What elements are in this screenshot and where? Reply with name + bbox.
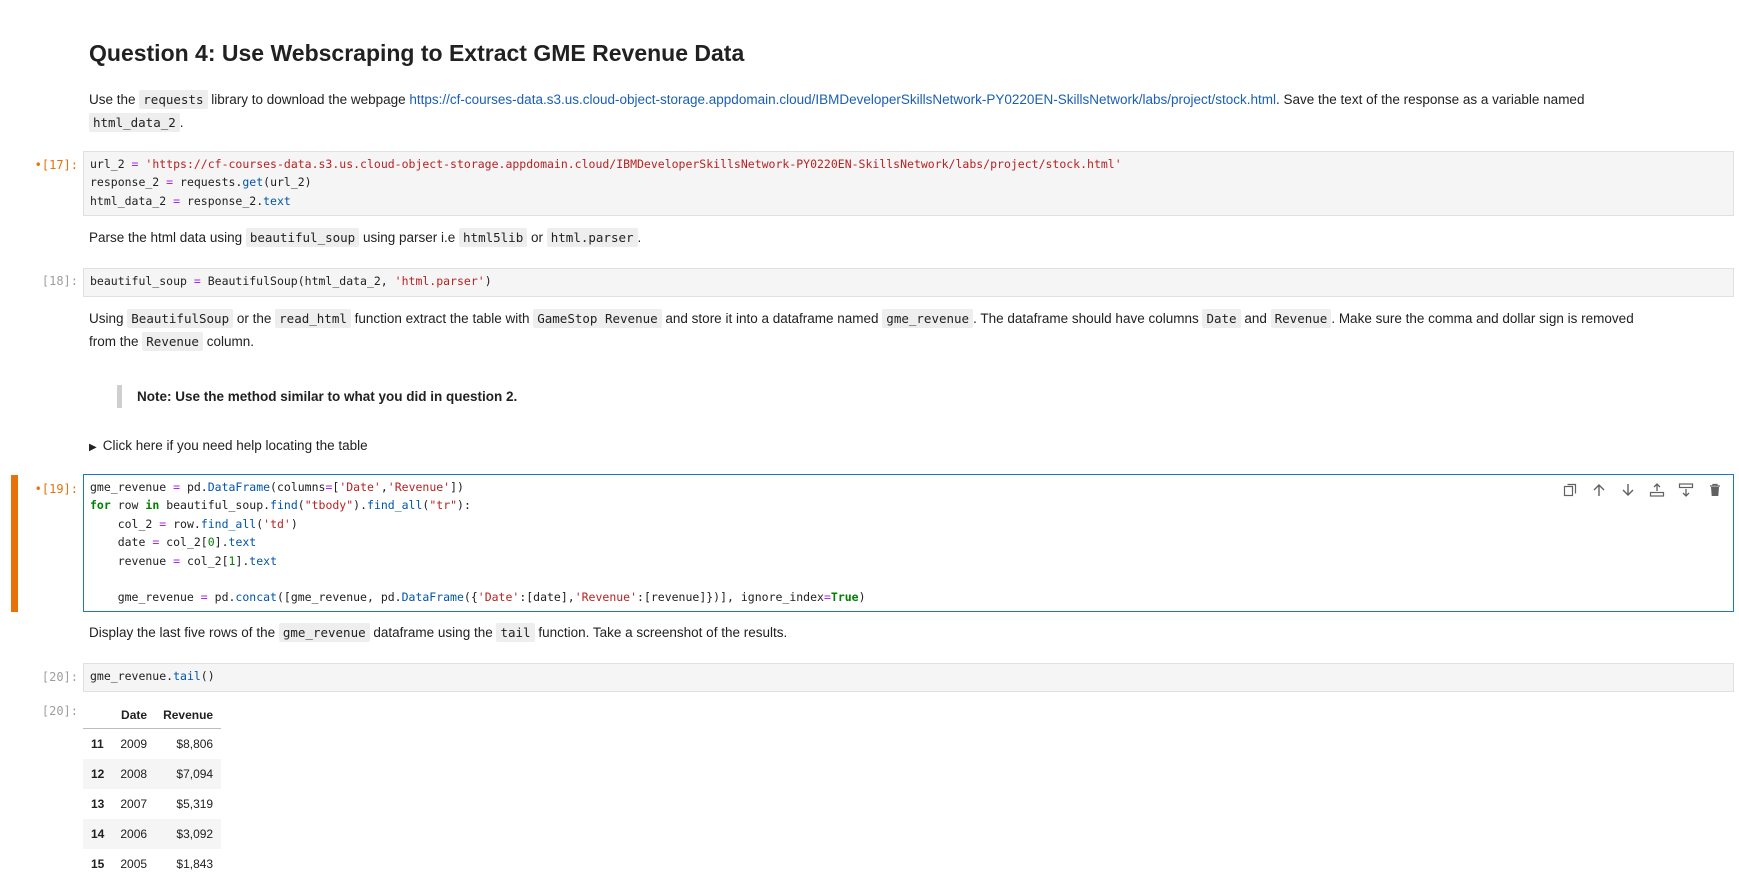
text: Use the [89,92,140,107]
code-line: response_2 = requests.get(url_2) [90,175,312,190]
inline-code: gme_revenue [882,309,974,328]
cell-prompt: [20]: [41,670,78,684]
inline-code: BeautifulSoup [127,309,234,328]
cell-prompt: •[19]: [34,482,78,496]
inline-code: tail [496,623,535,642]
cell-prompt: [18]: [41,274,78,288]
delete-icon[interactable] [1705,480,1724,499]
insert-above-icon[interactable] [1647,480,1666,499]
duplicate-icon[interactable] [1560,480,1579,499]
insert-below-icon[interactable] [1676,480,1695,499]
output-prompt: [20]: [41,704,78,718]
move-down-icon[interactable] [1618,480,1637,499]
text: Using [89,311,128,326]
text: . Save the text of the response as a var… [1276,92,1585,107]
table-cell: 2005 [120,857,148,871]
code-line: revenue = col_2[1].text [90,553,277,568]
code-line: gme_revenue = pd.concat([gme_revenue, pd… [90,590,866,605]
move-up-icon[interactable] [1589,480,1608,499]
text: from the [89,334,143,349]
inline-code: html.parser [546,228,638,247]
text: and [1240,311,1271,326]
markdown-paragraph-4: Display the last five rows of the gme_re… [89,621,787,644]
text: . [179,115,184,130]
dataframe-output-table: Date Revenue 11 2009 $8,806 12 2008 $7,0… [83,702,222,879]
inline-code: Revenue [1270,309,1332,328]
table-row: 12 2008 $7,094 [83,759,222,789]
table-row: 14 2006 $3,092 [83,819,222,849]
code-line: url_2 = 'https://cf-courses-data.s3.us.c… [90,157,1122,171]
row-index: 14 [83,819,113,849]
inline-code: html_data_2 [89,113,180,132]
table-cell: $5,319 [176,797,214,811]
code-line: beautiful_soup = BeautifulSoup(html_data… [90,274,492,288]
text: function. Take a screenshot of the resul… [534,625,788,640]
table-cell: $1,843 [176,857,214,871]
inline-code: read_html [275,309,351,328]
table-header [83,702,113,729]
row-index: 15 [91,857,105,871]
table-cell: 2009 [120,737,148,751]
table-header-row: Date Revenue [83,702,222,729]
table-cell: 2007 [120,797,148,811]
code-cell-18[interactable]: beautiful_soup = BeautifulSoup(html_data… [83,268,1734,297]
inline-code: beautiful_soup [245,228,360,247]
text: or the [233,311,276,326]
table-cell: 2006 [112,819,156,849]
inline-code: Date [1202,309,1241,328]
markdown-paragraph-1: Use the requests library to download the… [89,88,1729,134]
cell-prompt: •[17]: [34,158,78,172]
inline-code: GameStop Revenue [533,309,662,328]
markdown-paragraph-3: Using BeautifulSoup or the read_html fun… [89,307,1734,353]
code-line: html_data_2 = response_2.text [90,193,291,208]
table-cell: 2008 [112,759,156,789]
table-header: Date [112,702,156,729]
row-index: 12 [83,759,113,789]
details-summary: Click here if you need help locating the… [102,438,368,453]
table-row: 15 2005 $1,843 [83,849,221,879]
code-line: for row in beautiful_soup.find("tbody").… [90,498,471,513]
text: or [527,230,547,245]
text: using parser i.e [359,230,460,245]
table-header: Revenue [155,702,222,729]
text: . The dataframe should have columns [973,311,1203,326]
code-line: col_2 = row.find_all('td') [90,516,298,531]
row-index: 13 [91,797,105,811]
text: Parse the html data using [89,230,246,245]
table-row: 13 2007 $5,319 [83,789,221,819]
text: library to download the webpage [207,92,410,107]
inline-code: html5lib [459,228,528,247]
disclosure-triangle-icon: ▶ [89,442,97,453]
markdown-paragraph-2: Parse the html data using beautiful_soup… [89,226,641,249]
code-line: gme_revenue.tail() [90,669,215,683]
inline-code: requests [139,90,208,109]
note-blockquote: Note: Use the method similar to what you… [117,385,517,408]
inline-code: Revenue [142,332,203,351]
table-cell: $3,092 [155,819,222,849]
code-line: gme_revenue = pd.DataFrame(columns=['Dat… [90,480,464,494]
row-index: 11 [91,737,104,751]
table-row: 11 2009 $8,806 [83,729,221,760]
text: . Make sure the comma and dollar sign is… [1331,311,1634,326]
table-cell: $7,094 [155,759,222,789]
text: function extract the table with [350,311,534,326]
notebook-heading: Question 4: Use Webscraping to Extract G… [89,40,745,66]
text: dataframe using the [369,625,497,640]
code-cell-20[interactable]: gme_revenue.tail() [83,663,1734,692]
text: . [637,230,642,245]
text: column. [202,334,254,349]
text: and store it into a dataframe named [661,311,883,326]
code-cell-19[interactable]: gme_revenue = pd.DataFrame(columns=['Dat… [83,474,1734,612]
code-cell-17[interactable]: url_2 = 'https://cf-courses-data.s3.us.c… [83,151,1734,216]
cell-toolbar [1560,480,1724,499]
code-line: date = col_2[0].text [90,535,257,550]
inline-code: gme_revenue [278,623,370,642]
stock-page-link[interactable]: https://cf-courses-data.s3.us.cloud-obje… [409,92,1276,107]
text: Display the last five rows of the [89,625,279,640]
table-cell: $8,806 [176,737,214,751]
help-details-toggle[interactable]: ▶ Click here if you need help locating th… [89,434,368,459]
